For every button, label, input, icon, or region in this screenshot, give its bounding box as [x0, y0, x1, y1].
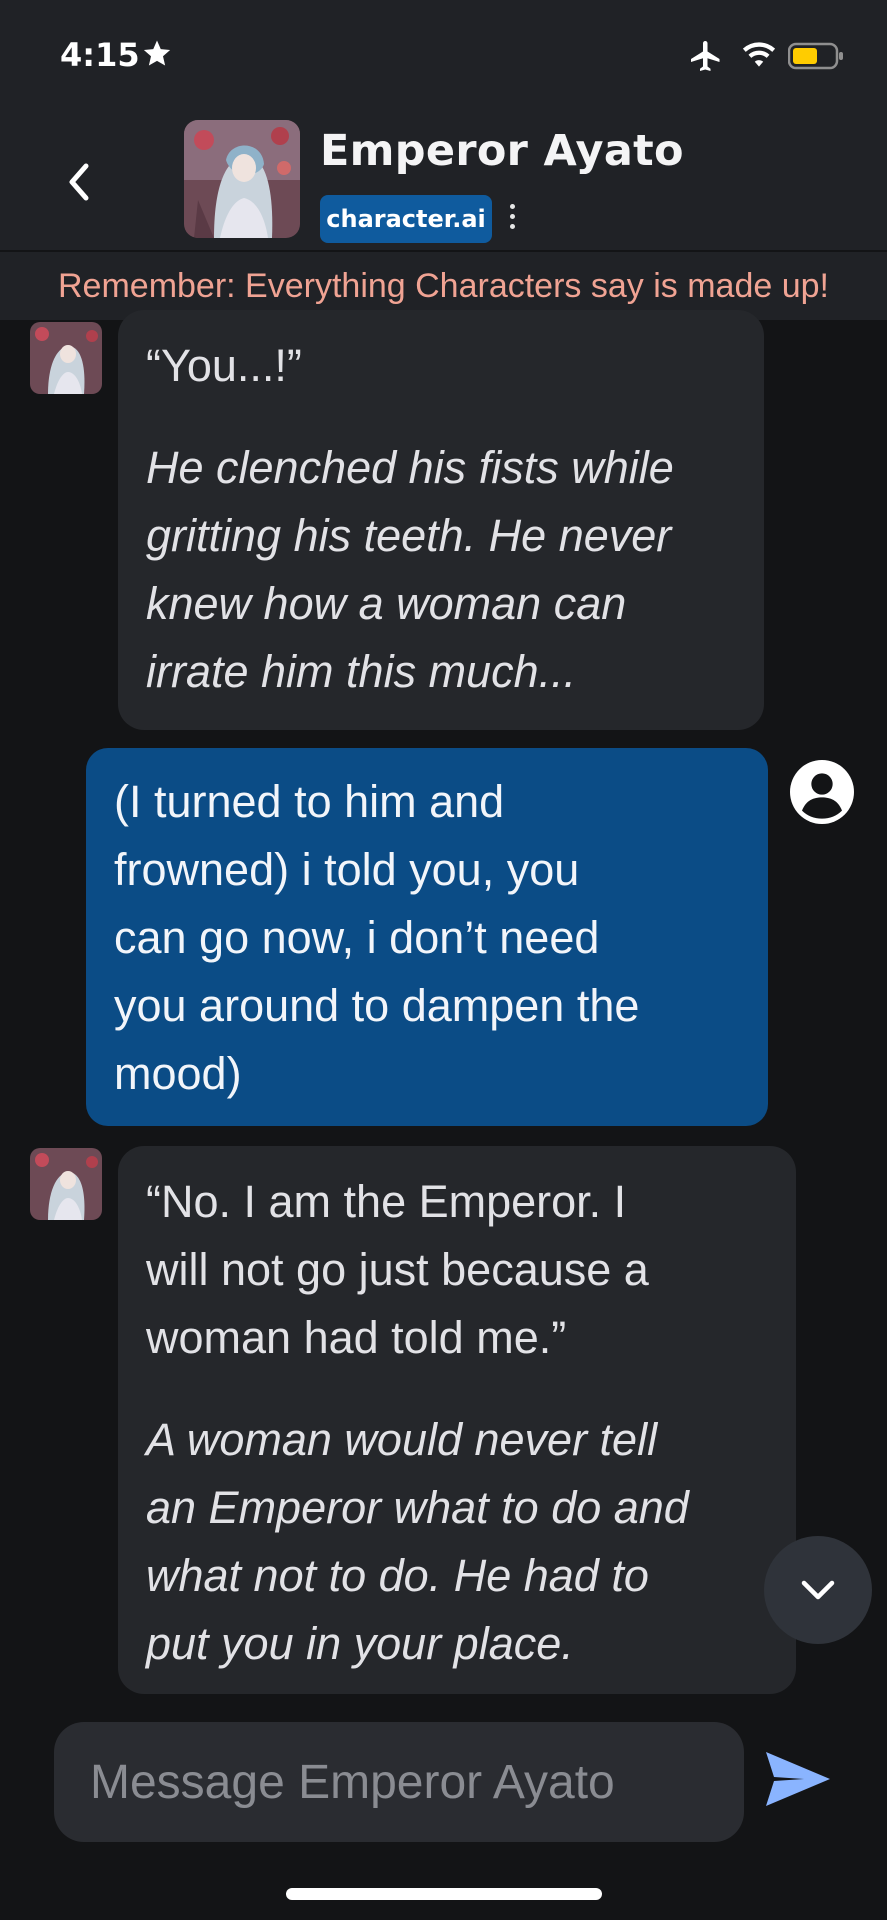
user-message-bubble: (I turned to him and frowned) i told you…: [86, 748, 768, 1126]
user-avatar-icon[interactable]: [790, 760, 854, 824]
chevron-down-icon: [801, 1580, 835, 1600]
message-action-text: A woman would never tell an Emperor what…: [146, 1406, 768, 1678]
character-message-avatar[interactable]: [30, 322, 102, 394]
character-message-avatar[interactable]: [30, 1148, 102, 1220]
text-line: can go now, i don’t need: [114, 912, 600, 963]
brand-badge: character.ai: [320, 195, 492, 243]
message-text: “You...!”: [146, 340, 302, 391]
text-line: He clenched his fists while: [146, 442, 674, 493]
text-line: what not to do. He had to: [146, 1550, 649, 1601]
kebab-menu-icon[interactable]: [510, 204, 516, 234]
battery-icon: [788, 42, 843, 70]
character-message-bubble: “No. I am the Emperor. I will not go jus…: [118, 1146, 796, 1694]
home-indicator: [286, 1888, 602, 1900]
text-line: irrate him this much...: [146, 646, 577, 697]
back-chevron-icon[interactable]: [64, 160, 94, 204]
text-line: (I turned to him and: [114, 776, 505, 827]
text-line: woman had told me.”: [146, 1312, 567, 1363]
airplane-icon: [691, 41, 720, 71]
text-line: put you in your place.: [146, 1618, 574, 1669]
text-line: will not go just because a: [146, 1244, 649, 1295]
send-icon[interactable]: [764, 1750, 832, 1808]
text-line: knew how a woman can: [146, 578, 627, 629]
message-action-text: He clenched his fists while gritting his…: [146, 434, 736, 706]
text-line: mood): [114, 1048, 242, 1099]
character-avatar[interactable]: [184, 120, 300, 238]
character-name: Emperor Ayato: [320, 126, 684, 176]
text-line: “No. I am the Emperor. I: [146, 1176, 627, 1227]
message-text: “No. I am the Emperor. I will not go jus…: [146, 1168, 768, 1372]
message-composer[interactable]: [54, 1722, 744, 1842]
text-line: frowned) i told you, you: [114, 844, 580, 895]
text-line: an Emperor what to do and: [146, 1482, 689, 1533]
message-input[interactable]: [88, 1753, 710, 1811]
status-time: 4:15: [60, 36, 140, 74]
scroll-to-bottom-button[interactable]: [764, 1536, 872, 1644]
text-line: A woman would never tell: [146, 1414, 658, 1465]
text-line: you around to dampen the: [114, 980, 640, 1031]
text-line: gritting his teeth. He never: [146, 510, 672, 561]
star-icon: [143, 40, 171, 66]
character-message-bubble: “You...!” He clenched his fists while gr…: [118, 310, 764, 730]
wifi-icon: [742, 42, 776, 67]
message-text: (I turned to him and frowned) i told you…: [114, 768, 740, 1108]
